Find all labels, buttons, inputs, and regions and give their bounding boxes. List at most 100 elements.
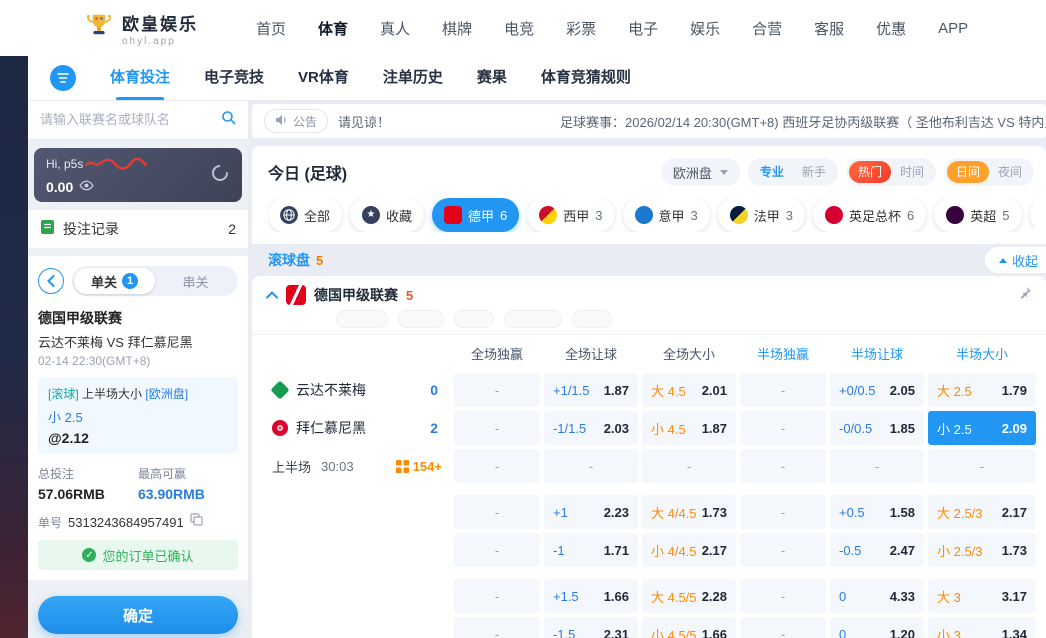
handicap-value: 小 4.5 <box>651 419 686 438</box>
topnav-item[interactable]: 电竞 <box>504 18 534 39</box>
topnav-item[interactable]: 娱乐 <box>690 18 720 39</box>
topnav-item[interactable]: 客服 <box>814 18 844 39</box>
order-confirmed-banner: ✓ 您的订单已确认 <box>38 540 238 570</box>
toggle-option[interactable]: 时间 <box>891 161 933 183</box>
market-chips-faded <box>252 310 1046 330</box>
odds-cell[interactable]: -1.52.31 <box>544 617 638 638</box>
league-filter-chip[interactable]: 意甲3 <box>623 198 710 232</box>
odds-cell[interactable]: 小 2.5/31.73 <box>928 533 1036 567</box>
tab-single-bet[interactable]: 单关 1 <box>74 268 155 294</box>
subnav-tab[interactable]: 体育竞猜规则 <box>541 56 631 100</box>
odds-cell-empty: - <box>830 449 924 483</box>
team-cell[interactable]: 拜仁慕尼黑2 <box>260 411 450 445</box>
collapse-button[interactable]: 收起 <box>985 247 1046 273</box>
odds-cell[interactable]: -0.52.47 <box>830 533 924 567</box>
odds-type-select[interactable]: 欧洲盘 <box>661 158 740 186</box>
odds-cell-empty: - <box>454 617 540 638</box>
odds-cell[interactable]: 04.33 <box>830 579 924 613</box>
team-score: 0 <box>430 382 442 398</box>
topnav-item[interactable]: 体育 <box>318 18 348 39</box>
collapse-chevron-icon[interactable] <box>266 286 278 304</box>
league-filter-chip[interactable]: 全部 <box>268 198 342 232</box>
grid-head-spacer <box>260 341 450 369</box>
betslip-sidebar: Hi, p5s 0.00 投注记录 2 <box>28 100 248 638</box>
topnav-item[interactable]: 首页 <box>256 18 286 39</box>
league-filter-chip[interactable]: 德甲6 <box>432 198 519 232</box>
odds-cell[interactable]: 小 4.5/51.66 <box>642 617 736 638</box>
odds-value: 1.20 <box>890 627 915 638</box>
handicap-value: 0 <box>839 589 846 604</box>
more-markets-link[interactable]: 154+ <box>396 459 442 474</box>
handicap-value: 大 4.5 <box>651 381 686 400</box>
topnav-item[interactable]: 优惠 <box>876 18 906 39</box>
odds-cell[interactable]: -1/1.52.03 <box>544 411 638 445</box>
odds-cell[interactable]: 大 2.51.79 <box>928 373 1036 407</box>
topnav-item[interactable]: 棋牌 <box>442 18 472 39</box>
bundesliga-logo-icon <box>286 285 306 305</box>
league-filter-chip[interactable]: 英足总杯6 <box>813 198 926 232</box>
odds-cell[interactable]: 小 4/4.52.17 <box>642 533 736 567</box>
odds-value: 1.87 <box>702 421 727 436</box>
chevron-up-icon <box>999 258 1007 263</box>
subnav-tab[interactable]: 注单历史 <box>383 56 443 100</box>
odds-cell[interactable]: +1/1.51.87 <box>544 373 638 407</box>
league-match-count: 5 <box>406 288 413 303</box>
toggle-option[interactable]: 热门 <box>849 161 891 183</box>
odds-cell[interactable]: +12.23 <box>544 495 638 529</box>
toggle-option[interactable]: 夜间 <box>989 161 1031 183</box>
search-icon[interactable] <box>221 110 236 130</box>
subnav-tab[interactable]: 电子竞技 <box>204 56 264 100</box>
search-input[interactable] <box>40 112 221 127</box>
odds-cell[interactable]: 01.20 <box>830 617 924 638</box>
odds-cell[interactable]: -11.71 <box>544 533 638 567</box>
toggle-option[interactable]: 专业 <box>751 161 793 183</box>
toggle-option[interactable]: 新手 <box>793 161 835 183</box>
topnav-item[interactable]: 彩票 <box>566 18 596 39</box>
eye-icon[interactable] <box>79 178 94 196</box>
league-filter-chip[interactable]: 葡超3 <box>1030 198 1034 232</box>
filter-menu-icon[interactable] <box>50 65 76 91</box>
brand-logo[interactable]: 欧皇娱乐 ohyl.app <box>84 10 198 47</box>
league-filter-chip[interactable]: ★收藏 <box>350 198 424 232</box>
odds-cell[interactable]: +0/0.52.05 <box>830 373 924 407</box>
topnav-item[interactable]: 合营 <box>752 18 782 39</box>
topnav-item[interactable]: APP <box>938 20 968 37</box>
back-button[interactable] <box>38 268 64 294</box>
odds-cell-empty: - <box>928 449 1036 483</box>
refresh-icon[interactable] <box>210 163 230 188</box>
league-filter-chip[interactable]: 法甲3 <box>718 198 805 232</box>
row-spacer <box>260 495 450 529</box>
league-filter-chip[interactable]: 西甲3 <box>527 198 614 232</box>
odds-cell[interactable]: 大 4.52.01 <box>642 373 736 407</box>
topnav-item[interactable]: 电子 <box>628 18 658 39</box>
live-market-label[interactable]: 滚球盘 <box>268 250 310 270</box>
topnav-item[interactable]: 真人 <box>380 18 410 39</box>
check-icon: ✓ <box>82 548 96 562</box>
subnav-tab[interactable]: 赛果 <box>477 56 507 100</box>
odds-cell[interactable]: +1.51.66 <box>544 579 638 613</box>
handicap-value: 大 2.5 <box>937 381 972 400</box>
subnav-tab[interactable]: 体育投注 <box>110 56 170 100</box>
odds-cell[interactable]: -0/0.51.85 <box>830 411 924 445</box>
league-card: 德国甲级联赛 5 全场独赢全场让球全场大小半场独赢半场让球半场大小 云达不莱梅0… <box>252 276 1046 638</box>
match-row: 拜仁慕尼黑2--1/1.52.03小 4.51.87--0/0.51.85小 2… <box>260 411 1036 445</box>
bet-records-row[interactable]: 投注记录 2 <box>28 210 248 248</box>
odds-cell[interactable]: 大 2.5/32.17 <box>928 495 1036 529</box>
copy-icon[interactable] <box>190 513 203 531</box>
team-cell[interactable]: 云达不莱梅0 <box>260 373 450 407</box>
odds-cell[interactable]: 大 33.17 <box>928 579 1036 613</box>
odds-cell[interactable]: +0.51.58 <box>830 495 924 529</box>
toggle-option[interactable]: 日间 <box>947 161 989 183</box>
pin-icon[interactable] <box>1018 286 1032 305</box>
bet-selection: 小 2.5 <box>48 407 228 426</box>
subnav-tab[interactable]: VR体育 <box>298 56 349 100</box>
confirm-button[interactable]: 确定 <box>38 596 238 634</box>
odds-cell[interactable]: 大 4/4.51.73 <box>642 495 736 529</box>
odds-cell-selected[interactable]: 小 2.52.09 <box>928 411 1036 445</box>
tab-parlay-bet[interactable]: 串关 <box>155 268 236 294</box>
handicap-value: 大 3 <box>937 587 961 606</box>
league-filter-chip[interactable]: 英超5 <box>934 198 1021 232</box>
odds-cell[interactable]: 小 4.5 1.87 <box>642 411 736 445</box>
odds-cell[interactable]: 小 31.34 <box>928 617 1036 638</box>
odds-cell[interactable]: 大 4.5/52.28 <box>642 579 736 613</box>
